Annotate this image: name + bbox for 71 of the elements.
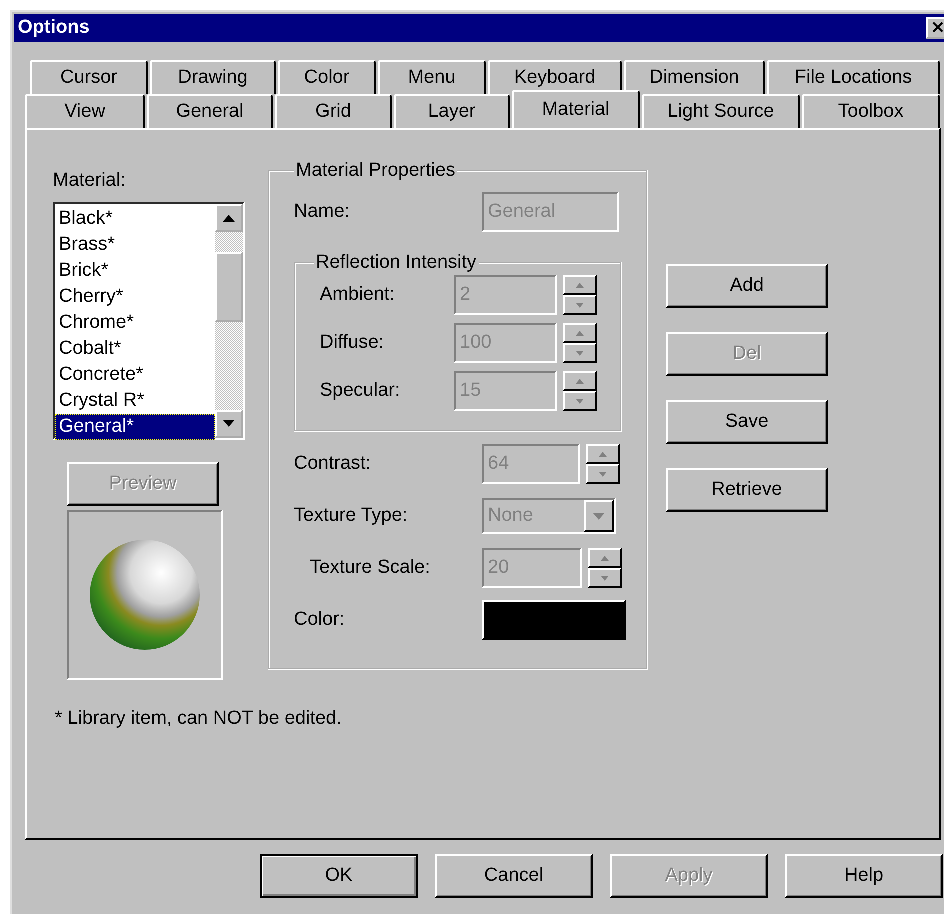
tab[interactable]: Menu	[378, 60, 486, 94]
dialog-button[interactable]: OK	[260, 854, 418, 898]
spin-down-button[interactable]	[588, 568, 622, 588]
action-button[interactable]: Save	[666, 400, 828, 444]
down-arrow-icon	[599, 472, 607, 476]
material-list[interactable]: Black* Brass* Brick* Cherry* Chrome* Cobalt* Concrete* Crystal R* General*	[53, 202, 245, 440]
tab[interactable]: General	[147, 94, 273, 128]
down-arrow-icon	[576, 350, 584, 356]
spin-up-button[interactable]	[563, 275, 597, 295]
scroll-up-button[interactable]	[215, 204, 243, 232]
tab[interactable]: Keyboard	[488, 60, 622, 94]
tab[interactable]: Layer	[394, 94, 510, 128]
field-label: Specular:	[319, 380, 402, 402]
tab[interactable]: Material	[512, 90, 640, 128]
spin-up-button[interactable]	[586, 444, 620, 464]
up-arrow-icon	[601, 556, 609, 560]
spin-up-button[interactable]	[588, 548, 622, 568]
up-arrow-icon	[223, 214, 235, 222]
spin-up-button[interactable]	[563, 371, 597, 391]
color-label: Color:	[294, 609, 346, 631]
list-item[interactable]: General*	[55, 414, 215, 440]
tab[interactable]: Grid	[275, 94, 392, 128]
tab[interactable]: Toolbox	[802, 94, 940, 128]
tab[interactable]: Color	[278, 60, 376, 94]
down-arrow-icon	[223, 420, 235, 428]
library-note: * Library item, can NOT be edited.	[55, 708, 343, 730]
tab[interactable]: Dimension	[624, 60, 765, 94]
dialog-button[interactable]: Cancel	[435, 854, 593, 898]
up-arrow-icon	[576, 282, 584, 288]
name-label: Name:	[294, 201, 351, 223]
list-item[interactable]: Black*	[55, 206, 215, 232]
spin-down-button[interactable]	[563, 391, 597, 411]
list-item[interactable]: Concrete*	[55, 362, 215, 388]
close-button[interactable]: ×	[926, 17, 944, 39]
action-button[interactable]: Add	[666, 264, 828, 308]
scroll-down-button[interactable]	[215, 410, 243, 438]
spin-down-button[interactable]	[586, 464, 620, 484]
spin-up-button[interactable]	[563, 323, 597, 343]
list-item[interactable]: Cherry*	[55, 284, 215, 310]
spin-down-button[interactable]	[563, 343, 597, 363]
tab[interactable]: Light Source	[642, 94, 800, 128]
up-arrow-icon	[576, 330, 584, 336]
list-item[interactable]: Crystal R*	[55, 388, 215, 414]
spin-down-button[interactable]	[563, 295, 597, 315]
color-swatch-button[interactable]	[482, 600, 626, 640]
tab[interactable]: File Locations	[767, 60, 940, 94]
scroll-thumb[interactable]	[215, 252, 243, 322]
up-arrow-icon	[599, 452, 607, 456]
list-item[interactable]: Cobalt*	[55, 336, 215, 362]
dropdown-arrow-icon	[593, 512, 605, 520]
field-label: Ambient:	[319, 284, 396, 306]
down-arrow-icon	[601, 576, 609, 580]
tab[interactable]: Drawing	[150, 60, 276, 94]
tab[interactable]: View	[25, 94, 145, 128]
list-item[interactable]: Chrome*	[55, 310, 215, 336]
texture-type-label: Texture Type:	[294, 505, 409, 527]
dialog-button[interactable]: Help	[785, 854, 943, 898]
action-button[interactable]: Retrieve	[666, 468, 828, 512]
material-label: Material:	[53, 170, 127, 193]
group-title: Reflection Intensity	[315, 252, 478, 274]
tab[interactable]: Cursor	[30, 60, 148, 94]
field-label: Diffuse:	[319, 332, 386, 354]
window-title: Options	[18, 17, 90, 39]
list-item[interactable]: Brass*	[55, 232, 215, 258]
down-arrow-icon	[576, 302, 584, 308]
contrast-label: Contrast:	[294, 453, 372, 475]
group-title: Material Properties	[295, 160, 456, 182]
texture-scale-label: Texture Scale:	[309, 557, 432, 579]
list-item[interactable]: Brick*	[55, 258, 215, 284]
up-arrow-icon	[576, 378, 584, 384]
down-arrow-icon	[576, 398, 584, 404]
